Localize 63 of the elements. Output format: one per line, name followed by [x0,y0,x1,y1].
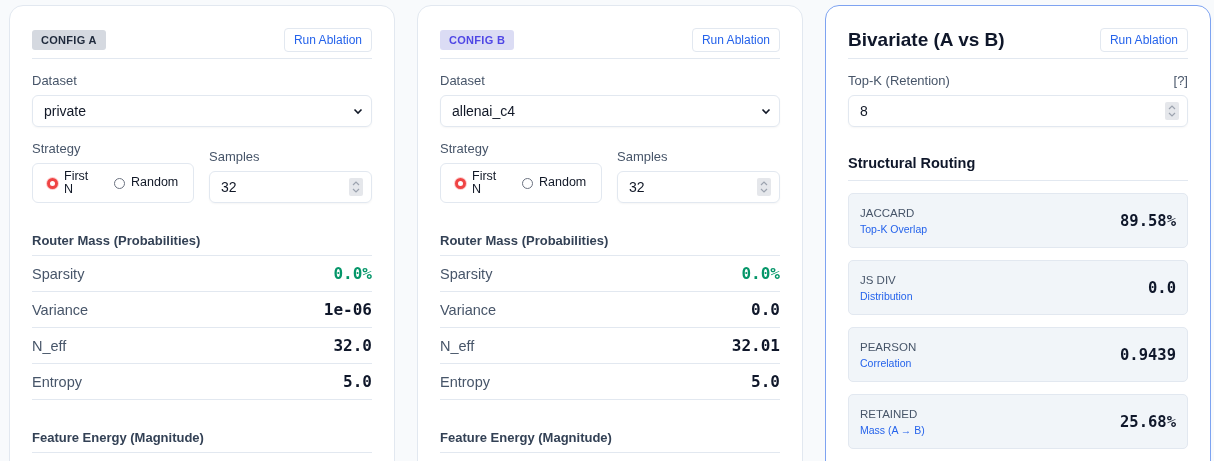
config-badge: CONFIG A [32,30,106,50]
metric-value: 0.9439 [1120,345,1176,364]
metric-value: 0.0% [741,264,780,283]
metric-value: 0.0 [751,300,780,319]
field-label: Dataset [440,73,486,88]
metric-label: Variance [32,301,89,318]
field-label: Dataset [32,73,78,88]
metric-caption: Correlation [860,356,913,369]
metric-caption: Distribution [860,289,913,302]
metric-value: 32.0 [333,336,372,355]
topk-field[interactable]: 8 [848,95,1188,127]
config-badge: CONFIG B [440,30,515,50]
section-title: Router Mass (Probabilities) [32,233,372,256]
metric-label: Entropy [32,373,82,390]
spinner-icon[interactable] [1165,102,1179,120]
run-ablation-button[interactable]: Run Ablation [691,28,780,52]
chevron-down-icon [761,107,771,115]
metric-value: 0.0% [333,264,372,283]
radio-label[interactable]: First N [472,169,502,197]
field-label: Samples [617,149,669,164]
dataset-select[interactable]: allenai_c4 [440,95,780,127]
samples-field[interactable]: 32 [209,171,372,203]
metric-name: RETAINED [860,407,919,420]
metric-label: N_eff [32,337,67,354]
samples-field[interactable]: 32 [617,171,780,203]
radio-label[interactable]: Random [539,176,587,190]
section-title: Feature Energy (Magnitude) [440,430,780,453]
spinner-icon[interactable] [757,178,771,196]
field-label: Strategy [32,141,82,156]
chevron-down-icon [353,107,363,115]
radio-button[interactable] [47,177,58,189]
field-label: Top-K (Retention) [848,73,950,88]
dataset-select[interactable]: private [32,95,372,127]
metric-value: 5.0 [751,372,780,391]
radio-label[interactable]: Random [131,176,179,190]
metric-value: 32.01 [731,336,780,355]
field-label: Strategy [440,141,490,156]
radio-label[interactable]: First N [64,169,94,197]
section-title: Router Mass (Probabilities) [440,233,780,256]
metric-label: N_eff [440,337,475,354]
section-title: Feature Energy (Magnitude) [32,430,372,453]
radio-button[interactable] [455,177,466,189]
metric-label: Entropy [440,373,490,390]
metric-value: 0.0 [1148,278,1176,297]
metric-name: JACCARD [860,206,916,219]
metric-value: 5.0 [343,372,372,391]
metric-name: PEARSON [860,340,917,353]
field-label: Samples [209,149,261,164]
metric-caption: Top-K Overlap [860,222,928,235]
metric-value: 1e-06 [323,300,372,319]
metric-label: Sparsity [32,265,85,282]
section-title: Structural Routing [848,155,1188,181]
run-ablation-button[interactable]: Run Ablation [1099,28,1188,52]
metric-name: JS DIV [860,273,897,286]
metric-label: Variance [440,301,497,318]
help-link[interactable]: [?] [1173,73,1188,88]
metric-label: Sparsity [440,265,493,282]
metric-value: 25.68% [1120,412,1176,431]
run-ablation-button[interactable]: Run Ablation [283,28,372,52]
spinner-icon[interactable] [349,178,363,196]
card-title: Bivariate (A vs B) [848,29,1005,51]
metric-caption: Mass (A → B) [860,423,925,436]
metric-value: 89.58% [1120,211,1176,230]
